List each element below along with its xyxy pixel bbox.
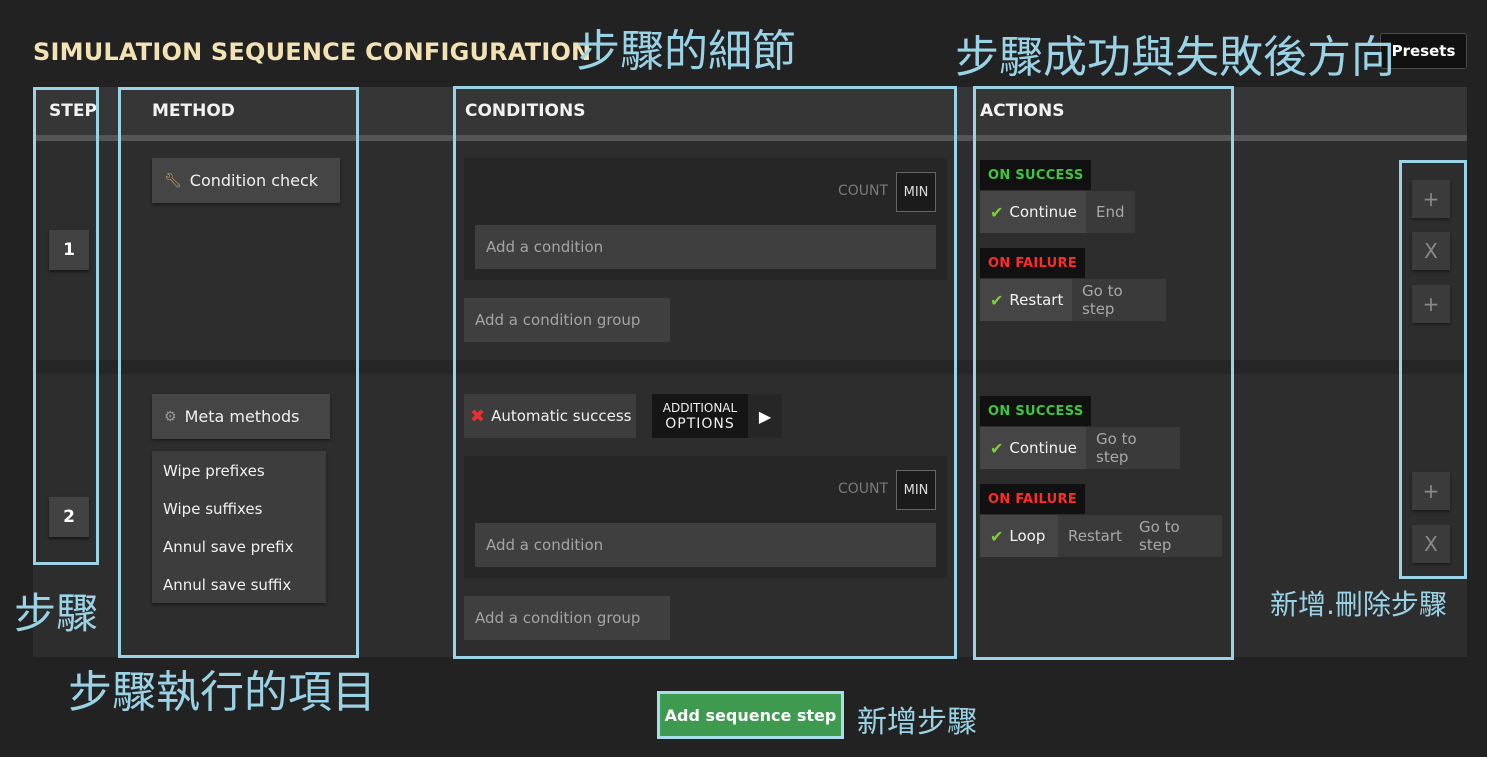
highlight-actions-column — [973, 86, 1234, 660]
add-sequence-step-button[interactable]: Add sequence step — [657, 691, 844, 739]
highlight-step-column — [33, 87, 99, 565]
highlight-side-buttons — [1399, 160, 1467, 579]
page-title: SIMULATION SEQUENCE CONFIGURATION — [33, 38, 592, 66]
annotation-method-items: 步驟執行的項目 — [68, 667, 376, 718]
highlight-conditions-column — [453, 86, 957, 659]
highlight-method-column — [118, 87, 359, 658]
annotation-details: 步驟的細節 — [576, 26, 796, 77]
annotation-step: 步驟 — [14, 589, 99, 638]
annotation-direction: 步驟成功與失敗後方向 — [955, 32, 1395, 83]
annotation-add-delete: 新增.刪除步驟 — [1270, 588, 1447, 621]
annotation-add-step: 新增步驟 — [857, 705, 977, 740]
